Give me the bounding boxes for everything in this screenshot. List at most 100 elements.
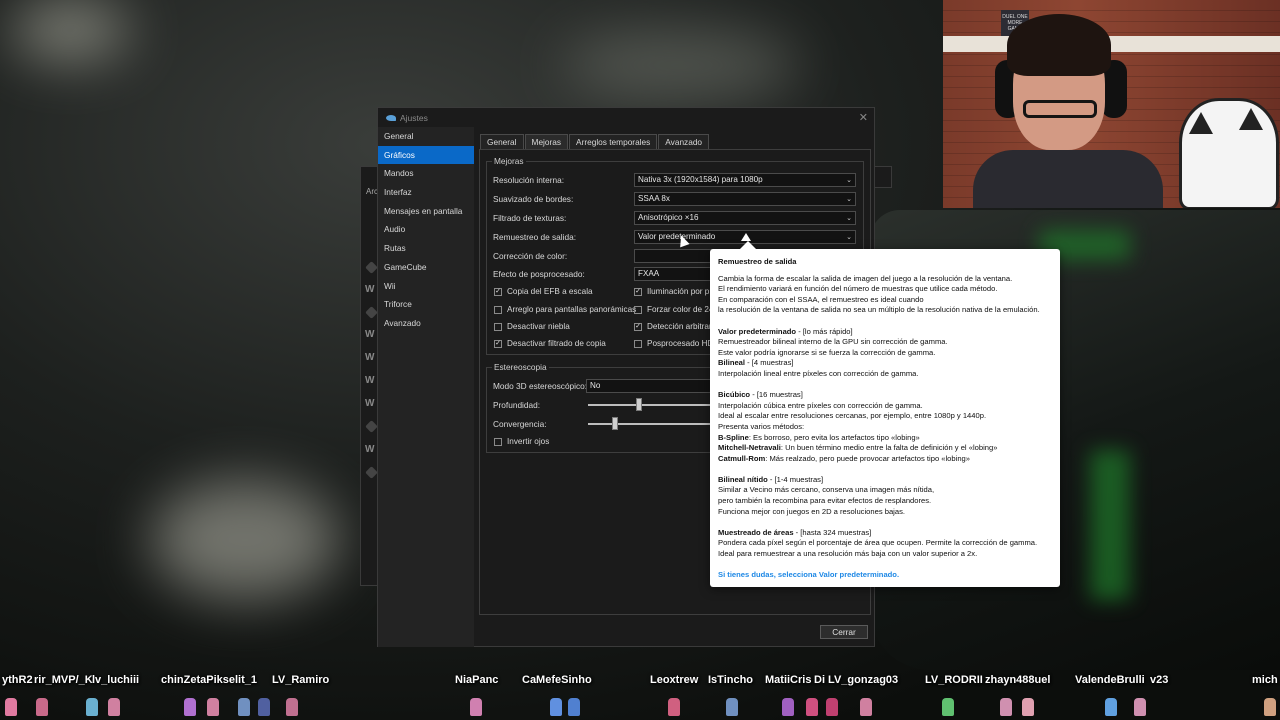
window-titlebar: Ajustes (378, 108, 874, 127)
slider-handle[interactable] (636, 398, 643, 411)
sidebar-item-wii[interactable]: Wii (378, 277, 474, 296)
tooltip-line: Pondera cada píxel según el porcentaje d… (718, 538, 1038, 548)
checkbox-posprocesado-hd[interactable]: Posprocesado HD (634, 337, 713, 350)
sidebar-item-rutas[interactable]: Rutas (378, 239, 474, 258)
tab-arreglos-temporales[interactable]: Arreglos temporales (569, 134, 658, 149)
checkbox-label: Desactivar niebla (507, 322, 570, 331)
chat-avatar-sprite (470, 698, 482, 716)
tooltip-line: pero también la recombina para evitar ef… (718, 496, 932, 506)
tooltip-pointer-icon (741, 233, 751, 241)
resolucion-label: Resolución interna: (493, 175, 565, 185)
chat-avatar-sprite (806, 698, 818, 716)
wii-icon: W (365, 375, 375, 386)
option-tag: - [hasta 324 muestras] (793, 527, 872, 537)
efecto-label: Efecto de posprocesado: (493, 269, 585, 279)
tooltip-line: Cambia la forma de escalar la salida de … (718, 273, 1013, 283)
tooltip-footer: Si tienes dudas, selecciona Valor predet… (718, 570, 900, 580)
filtrado-label: Filtrado de texturas: (493, 213, 567, 223)
checkbox-filtrado-copia[interactable]: ✓ Desactivar filtrado de copia (494, 337, 606, 350)
wii-icon: W (365, 444, 375, 455)
tooltip-line: Interpolación cúbica entre píxeles con c… (718, 400, 923, 410)
tooltip-line: Funciona mejor con juegos en 2D a resolu… (718, 506, 905, 516)
option-name: Muestreado de áreas (718, 527, 794, 537)
option-text: : Un buen término medio entre la falta d… (780, 443, 998, 453)
tooltip-bicubico-section: Bicúbico - [16 muestras] Interpolación c… (718, 390, 1052, 464)
slider-handle[interactable] (611, 417, 618, 430)
tooltip-line: El rendimiento variará en función del nú… (718, 284, 998, 294)
correccion-label: Corrección de color: (493, 251, 568, 261)
checkbox-label: Arreglo para pantallas panorámicas (507, 305, 637, 314)
sidebar-item-audio[interactable]: Audio (378, 220, 474, 239)
tab-general[interactable]: General (480, 134, 524, 149)
sidebar-item-graficos[interactable]: Gráficos (378, 145, 474, 165)
profundidad-label: Profundidad: (493, 400, 541, 410)
chat-avatar-sprite (36, 698, 48, 716)
close-icon[interactable]: ✕ (859, 111, 868, 124)
checkbox-forzar-color[interactable]: Forzar color de 24 (634, 303, 713, 316)
sidebar-item-gamecube[interactable]: GameCube (378, 258, 474, 277)
chat-name: Leoxtrew (650, 674, 699, 686)
background-light (150, 480, 340, 600)
profundidad-slider[interactable] (588, 398, 710, 411)
sidebar-item-mandos[interactable]: Mandos (378, 164, 474, 183)
tooltip-line: Ideal para remuestrear a una resolución … (718, 549, 978, 559)
chat-avatar-sprite (207, 698, 219, 716)
modo-3d-label: Modo 3D estereoscópico: (493, 381, 588, 391)
background-light (10, 0, 130, 60)
chat-name: NiaPanc (455, 674, 499, 686)
checkbox-iluminacion[interactable]: ✓ Iluminación por p (634, 285, 709, 298)
chevron-down-icon: ⌄ (846, 234, 852, 241)
tooltip-title: Remuestreo de salida (718, 257, 797, 266)
convergencia-slider[interactable] (588, 417, 710, 430)
chat-avatar-sprite (1134, 698, 1146, 716)
chat-avatar-sprite (258, 698, 270, 716)
modo-3d-select[interactable]: No (586, 379, 716, 393)
checkbox-checked-icon: ✓ (494, 339, 502, 348)
checkbox-niebla[interactable]: Desactivar niebla (494, 320, 570, 333)
chat-name: Di LV_gonzag03 (814, 674, 899, 686)
correccion-button[interactable] (634, 249, 714, 263)
suavizado-select[interactable]: SSAA 8x ⌄ (634, 192, 856, 206)
sidebar-item-mensajes[interactable]: Mensajes en pantalla (378, 202, 474, 221)
sidebar-item-avanzado[interactable]: Avanzado (378, 314, 474, 333)
resolucion-select[interactable]: Nativa 3x (1920x1584) para 1080p ⌄ (634, 173, 856, 187)
option-name: Valor predeterminado (718, 326, 797, 336)
option-name: Mitchell-Netravali (718, 443, 781, 453)
background-light (560, 30, 800, 100)
checkbox-copia-efb[interactable]: ✓ Copia del EFB a escala (494, 285, 593, 298)
tab-avanzado[interactable]: Avanzado (658, 134, 710, 149)
chat-avatar-sprite (826, 698, 838, 716)
suavizado-label: Suavizado de bordes: (493, 194, 574, 204)
sidebar-item-interfaz[interactable]: Interfaz (378, 183, 474, 202)
select-value: SSAA 8x (638, 194, 670, 203)
settings-tabs: General Mejoras Arreglos temporales Avan… (480, 134, 710, 149)
tooltip-areas-section: Muestreado de áreas - [hasta 324 muestra… (718, 528, 1052, 560)
option-tag: - [lo más rápido] (796, 326, 853, 336)
chat-avatar-sprite (726, 698, 738, 716)
chat-avatar-sprite (782, 698, 794, 716)
option-text: : Más realzado, pero puede provocar arte… (765, 453, 970, 463)
checkbox-invertir-ojos[interactable]: Invertir ojos (494, 435, 549, 448)
chat-name: mich (1252, 674, 1278, 686)
sidebar-item-general[interactable]: General (378, 127, 474, 146)
efecto-select[interactable]: FXAA (634, 267, 714, 281)
chat-avatar-sprite (942, 698, 954, 716)
chat-avatar-sprite (1105, 698, 1117, 716)
wii-icon: W (365, 329, 375, 340)
select-value: Anisotrópico ×16 (638, 213, 699, 222)
background-green-glow (1090, 450, 1130, 600)
close-button[interactable]: Cerrar (820, 625, 868, 639)
filtrado-select[interactable]: Anisotrópico ×16 ⌄ (634, 211, 856, 225)
chat-avatar-sprite (1000, 698, 1012, 716)
sidebar-item-triforce[interactable]: Triforce (378, 295, 474, 314)
chevron-down-icon: ⌄ (846, 196, 852, 203)
tooltip-line: En comparación con el SSAA, el remuestre… (718, 294, 924, 304)
option-tag: - [16 muestras] (750, 390, 803, 400)
chat-name: chinZetaPikselit_1 (161, 674, 257, 686)
checkbox-deteccion[interactable]: ✓ Detección arbitrar (634, 320, 712, 333)
tab-mejoras[interactable]: Mejoras (524, 134, 569, 149)
webcam-overlay: DUEL ONE MORE GAME (943, 0, 1280, 208)
checkbox-panoramicas[interactable]: Arreglo para pantallas panorámicas (494, 303, 636, 316)
chat-name: LV_Ramiro (272, 674, 330, 686)
chevron-down-icon: ⌄ (846, 177, 852, 184)
